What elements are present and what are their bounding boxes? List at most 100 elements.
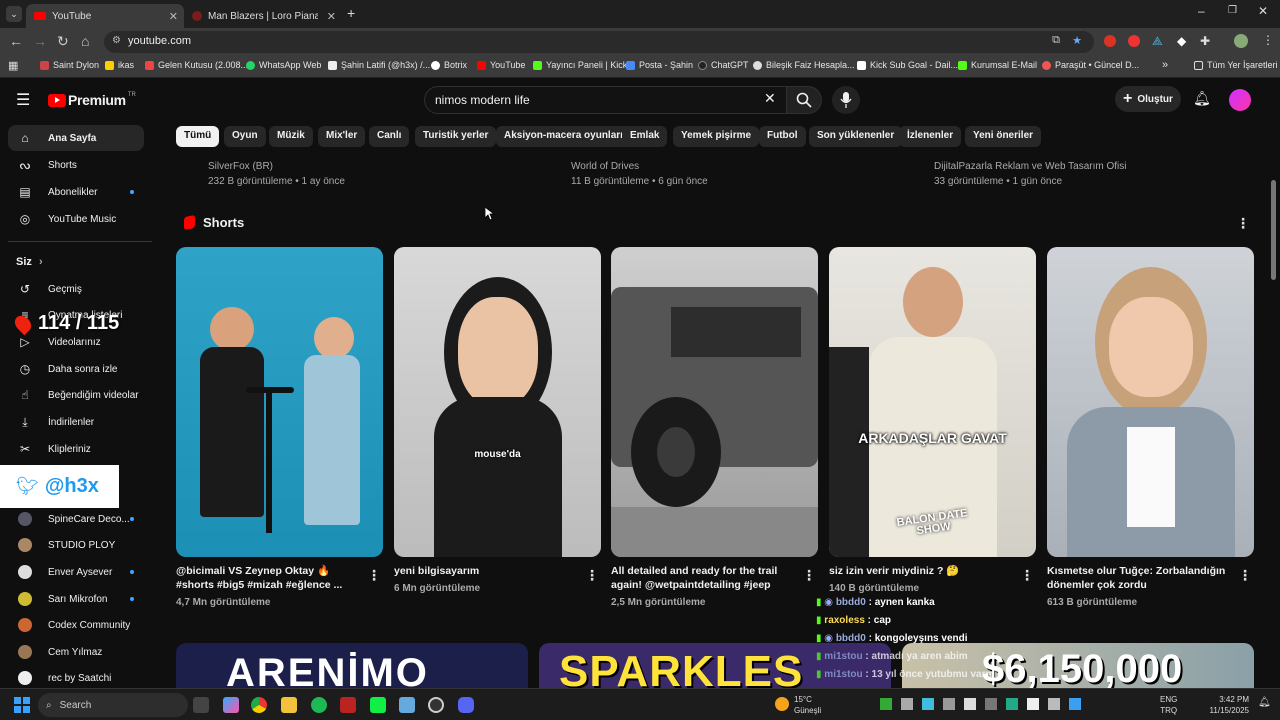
sidebar-item-shorts[interactable]: ᔓ Shorts [8, 152, 144, 178]
sidebar-item-downloads[interactable]: ⤓ İndirilenler [8, 409, 144, 435]
chip[interactable]: İzlenenler [899, 126, 962, 147]
close-window-icon[interactable]: ✕ [1258, 4, 1268, 18]
sidebar-item-liked-videos[interactable]: ☝ Beğendiğim videolar [8, 382, 144, 408]
minimize-icon[interactable]: – [1198, 4, 1205, 18]
bookmark-item[interactable]: Yayıncı Paneli | Kick [533, 60, 627, 70]
chip[interactable]: Canlı [369, 126, 410, 147]
discord-icon[interactable] [458, 697, 474, 713]
bookmark-item[interactable]: YouTube [477, 60, 525, 70]
sidebar-item-history[interactable]: ↺ Geçmiş [8, 276, 144, 302]
forward-icon[interactable]: → [33, 33, 47, 49]
tray-icons[interactable] [880, 698, 1145, 710]
chip[interactable]: Emlak [622, 126, 668, 147]
sidebar-item-watch-later[interactable]: ◷ Daha sonra izle [8, 356, 144, 382]
short-title[interactable]: Kısmetse olur Tuğçe: Zorbalandığın dönem… [1047, 564, 1227, 592]
short-menu-icon[interactable]: ⋮ [367, 567, 381, 584]
sidebar-item-subscriptions[interactable]: ▤ Abonelikler [8, 179, 144, 205]
chip[interactable]: Aksiyon-macera oyunları [496, 126, 631, 147]
short-card[interactable]: All detailed and ready for the trail aga… [611, 564, 791, 610]
short-title[interactable]: All detailed and ready for the trail aga… [611, 564, 791, 592]
short-menu-icon[interactable]: ⋮ [1020, 567, 1034, 584]
clock[interactable]: 3:42 PM 11/15/2025 [1205, 694, 1249, 716]
short-menu-icon[interactable]: ⋮ [802, 567, 816, 584]
windows-start-icon[interactable] [14, 697, 30, 713]
subscription-item[interactable]: Sarı Mikrofon [8, 586, 144, 612]
chip[interactable]: Yemek pişirme [673, 126, 760, 147]
subscription-item[interactable]: SpineCare Deco... [8, 506, 144, 532]
tab-search-button[interactable]: ⌄ [6, 6, 22, 22]
account-avatar[interactable] [1229, 89, 1251, 111]
short-menu-icon[interactable]: ⋮ [585, 567, 599, 584]
taskbar-search[interactable]: ⌕ Search [38, 693, 188, 717]
bookmark-item[interactable]: ChatGPT [698, 60, 749, 70]
back-icon[interactable]: ← [9, 33, 23, 49]
extension-icon[interactable] [1128, 35, 1140, 47]
short-thumbnail[interactable] [176, 247, 383, 557]
video-card-meta[interactable]: DijitalPazarla Reklam ve Web Tasarım Ofi… [934, 161, 1126, 187]
chip[interactable]: Müzik [269, 126, 313, 147]
close-tab-icon[interactable]: ✕ [327, 10, 336, 23]
short-thumbnail[interactable]: ARKADAŞLAR GAVAT BALON DATE SHOW [829, 247, 1036, 557]
sidebar-item-youtube-music[interactable]: ◎ YouTube Music [8, 206, 144, 232]
tab-loro-piana[interactable]: Man Blazers | Loro Piana ✕ [186, 4, 342, 28]
bookmark-item[interactable]: Gelen Kutusu (2.008... [145, 60, 248, 70]
extension-icon[interactable] [1104, 35, 1116, 47]
hamburger-menu-icon[interactable]: ☰ [16, 90, 30, 110]
bookmark-item[interactable]: Kick Sub Goal - Dail... [857, 60, 958, 70]
reload-icon[interactable]: ↻ [57, 33, 69, 50]
bookmark-item[interactable]: Saint Dylon [40, 60, 99, 70]
extension-icon[interactable]: ◆ [1177, 34, 1186, 48]
sidebar-item-clips[interactable]: ✂ Klipleriniz [8, 436, 144, 462]
video-thumbnail[interactable]: ARENİMO [176, 643, 528, 688]
bookmark-item[interactable]: Posta - Şahin [626, 60, 693, 70]
new-tab-button[interactable]: + [347, 5, 355, 21]
profile-avatar-icon[interactable] [1234, 34, 1248, 48]
short-thumbnail[interactable] [611, 247, 818, 557]
obs-icon[interactable] [428, 697, 444, 713]
bookmark-star-icon[interactable]: ★ [1072, 34, 1082, 47]
subscription-item[interactable]: STUDIO PLOY [8, 532, 144, 558]
short-title[interactable]: @bicimali VS Zeynep Oktay 🔥 #shorts #big… [176, 564, 356, 592]
weather-widget[interactable]: 15°C Güneşli [794, 694, 821, 716]
clear-search-icon[interactable]: ✕ [764, 90, 776, 107]
copilot-icon[interactable] [223, 697, 239, 713]
bookmark-item[interactable]: Şahin Latifi (@h3x) /... [328, 60, 430, 70]
short-card[interactable]: yeni bilgisayarım 6 Mn görüntüleme [394, 564, 574, 596]
language-indicator[interactable]: ENG TRQ [1160, 694, 1177, 716]
bookmark-item[interactable]: ikas [105, 60, 134, 70]
sidebar-you-header[interactable]: Siz › [16, 256, 43, 268]
sidebar-item-home[interactable]: ⌂ Ana Sayfa [8, 125, 144, 151]
bookmark-item[interactable]: Kurumsal E-Mail [958, 60, 1037, 70]
subscription-item[interactable]: Cem Yılmaz [8, 639, 144, 665]
more-bookmarks-icon[interactable]: » [1162, 59, 1168, 71]
chip[interactable]: Mix'ler [318, 126, 366, 147]
chrome-icon[interactable] [251, 697, 267, 713]
app-icon[interactable] [340, 697, 356, 713]
channel-name[interactable]: World of Drives [571, 161, 708, 172]
shorts-section-menu-icon[interactable]: ⋮ [1236, 215, 1250, 232]
subscription-item[interactable]: Enver Aysever [8, 559, 144, 585]
tab-youtube[interactable]: YouTube ✕ [26, 4, 184, 28]
short-card[interactable]: Kısmetse olur Tuğçe: Zorbalandığın dönem… [1047, 564, 1227, 610]
site-info-icon[interactable]: ⚙ [112, 35, 121, 46]
weather-icon[interactable] [775, 697, 789, 711]
chip[interactable]: Oyun [224, 126, 266, 147]
short-thumbnail[interactable] [1047, 247, 1254, 557]
chip[interactable]: Yeni öneriler [965, 126, 1042, 147]
install-app-icon[interactable]: ⧉ [1052, 34, 1060, 47]
search-input[interactable]: nimos modern life [424, 86, 788, 114]
bookmark-item[interactable]: Paraşüt • Güncel D... [1042, 60, 1139, 70]
video-card-meta[interactable]: SilverFox (BR) 232 B görüntüleme • 1 ay … [208, 161, 345, 187]
youtube-premium-logo[interactable]: Premium TR [48, 92, 136, 108]
bookmark-item[interactable]: WhatsApp Web [246, 60, 321, 70]
channel-name[interactable]: SilverFox (BR) [208, 161, 345, 172]
search-button[interactable] [786, 86, 822, 114]
short-card[interactable]: siz izin verir miydiniz ? 🤔 140 B görüntü… [829, 564, 1009, 596]
channel-name[interactable]: DijitalPazarla Reklam ve Web Tasarım Ofi… [934, 161, 1126, 172]
short-menu-icon[interactable]: ⋮ [1238, 567, 1252, 584]
spotify-icon[interactable] [311, 697, 327, 713]
browser-menu-icon[interactable]: ⋮ [1262, 33, 1274, 47]
address-bar[interactable]: ⚙ youtube.com ⧉ ★ [104, 31, 1094, 53]
chip[interactable]: Futbol [759, 126, 806, 147]
chip[interactable]: Turistik yerler [415, 126, 497, 147]
